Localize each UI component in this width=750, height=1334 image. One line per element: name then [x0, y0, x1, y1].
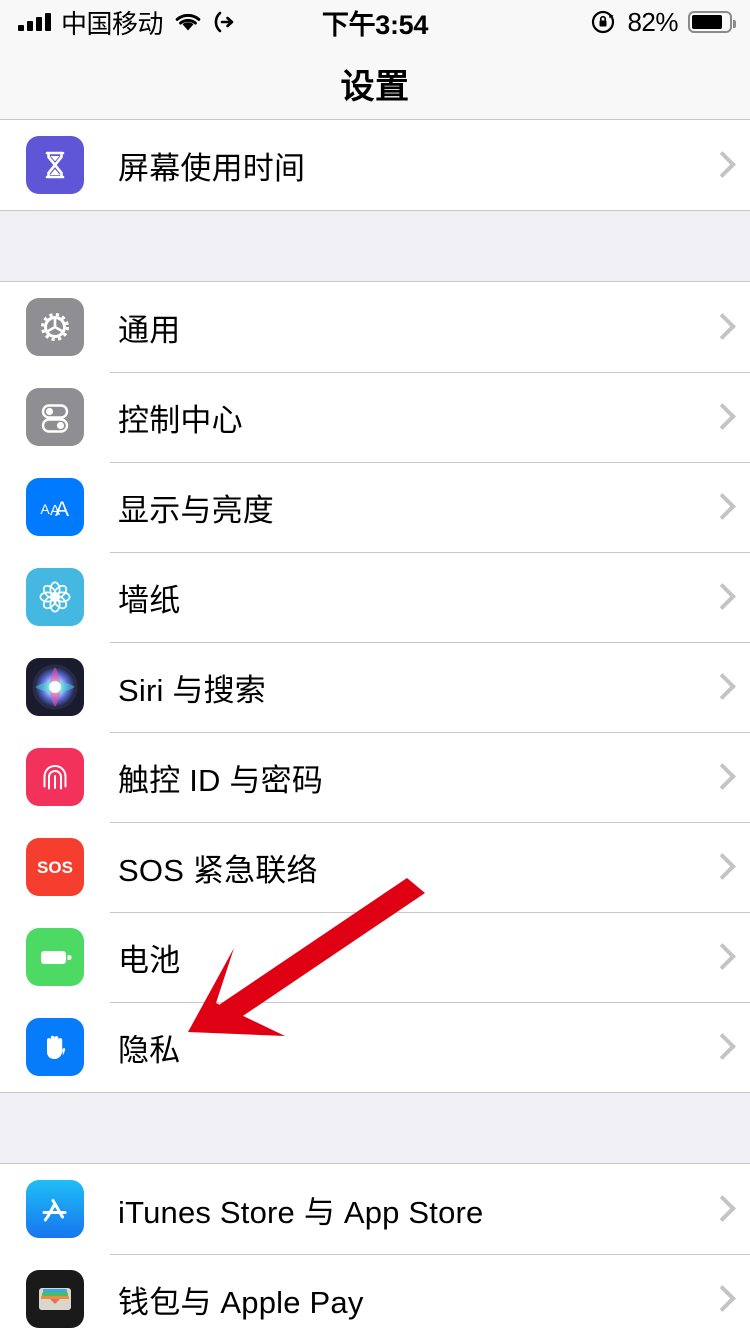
settings-row-label: 触控 ID 与密码 — [118, 762, 324, 798]
settings-row-display-brightness[interactable]: A . A A 显示与亮度 — [0, 462, 750, 552]
chevron-right-icon — [712, 583, 728, 611]
iphone-screen: 中国移动 下午3:54 82% 设置 屏幕使用时间 通用 控制中心 A A A … — [0, 0, 750, 1334]
settings-row-siri-search[interactable]: Siri 与搜索 — [0, 642, 750, 732]
rotation-lock-icon — [592, 10, 615, 34]
text-size-aa-icon: A . A A — [26, 478, 84, 536]
status-bar-left: 中国移动 — [18, 4, 235, 41]
settings-row-label: 墙纸 — [118, 582, 181, 618]
settings-row-label: Siri 与搜索 — [118, 672, 266, 708]
settings-section-stores: iTunes Store 与 App Store 钱包与 Apple Pay — [0, 1163, 750, 1334]
svg-text:A: A — [55, 498, 69, 521]
settings-row-itunes-app-store[interactable]: iTunes Store 与 App Store — [0, 1164, 750, 1254]
settings-row-battery[interactable]: 电池 — [0, 912, 750, 1002]
carrier-label: 中国移动 — [61, 8, 164, 39]
settings-row-label: iTunes Store 与 App Store — [118, 1194, 484, 1230]
chevron-right-icon — [712, 493, 728, 521]
settings-row-label: 隐私 — [118, 1032, 181, 1068]
gear-icon — [26, 298, 84, 356]
cellular-bars-icon — [18, 13, 51, 31]
sos-icon: SOS — [26, 838, 84, 896]
chevron-right-icon — [712, 853, 728, 881]
settings-row-control-center[interactable]: 控制中心 — [0, 372, 750, 462]
wifi-icon — [175, 13, 201, 31]
nav-bar: 设置 — [0, 44, 750, 122]
settings-row-wallpaper[interactable]: 墙纸 — [0, 552, 750, 642]
hourglass-icon — [26, 136, 84, 194]
chevron-right-icon — [712, 673, 728, 701]
settings-section-general: 通用 控制中心 A . A A — [0, 281, 750, 1093]
settings-row-touch-id-passcode[interactable]: 触控 ID 与密码 — [0, 732, 750, 822]
battery-green-icon — [26, 928, 84, 986]
settings-row-label: SOS 紧急联络 — [118, 852, 318, 888]
wallet-icon — [26, 1270, 84, 1328]
app-store-icon — [26, 1180, 84, 1238]
settings-row-label: 控制中心 — [118, 402, 243, 438]
siri-orb-icon — [26, 658, 84, 716]
raised-hand-icon — [26, 1018, 84, 1076]
page-title: 设置 — [340, 67, 410, 106]
flower-wallpaper-icon — [26, 568, 84, 626]
location-arrow-icon — [214, 11, 234, 33]
status-bar: 中国移动 下午3:54 82% — [0, 0, 750, 44]
chevron-right-icon — [712, 1285, 728, 1313]
settings-row-label: 电池 — [118, 942, 181, 978]
chevron-right-icon — [712, 763, 728, 791]
settings-row-wallet-apple-pay[interactable]: 钱包与 Apple Pay — [0, 1254, 750, 1334]
battery-percent-label: 82% — [627, 6, 678, 37]
chevron-right-icon — [712, 943, 728, 971]
settings-row-label: 钱包与 Apple Pay — [118, 1284, 364, 1320]
chevron-right-icon — [712, 1033, 728, 1061]
settings-row-label: 通用 — [118, 312, 181, 348]
toggles-icon — [26, 388, 84, 446]
svg-text:SOS: SOS — [37, 858, 73, 877]
status-bar-right: 82% — [591, 6, 736, 38]
settings-row-privacy[interactable]: 隐私 — [0, 1002, 750, 1092]
settings-row-screen-time[interactable]: 屏幕使用时间 — [0, 120, 750, 210]
fingerprint-icon — [26, 748, 84, 806]
settings-row-label: 屏幕使用时间 — [118, 150, 306, 186]
svg-text:A: A — [40, 501, 50, 517]
chevron-right-icon — [712, 1195, 728, 1223]
section-gap — [0, 1093, 750, 1163]
settings-row-label: 显示与亮度 — [118, 492, 274, 528]
settings-row-general[interactable]: 通用 — [0, 282, 750, 372]
settings-row-sos[interactable]: SOS SOS 紧急联络 — [0, 822, 750, 912]
chevron-right-icon — [712, 403, 728, 431]
chevron-right-icon — [712, 151, 728, 179]
chevron-right-icon — [712, 313, 728, 341]
section-gap — [0, 211, 750, 281]
battery-icon — [688, 11, 736, 33]
settings-section-screen-time: 屏幕使用时间 — [0, 119, 750, 211]
